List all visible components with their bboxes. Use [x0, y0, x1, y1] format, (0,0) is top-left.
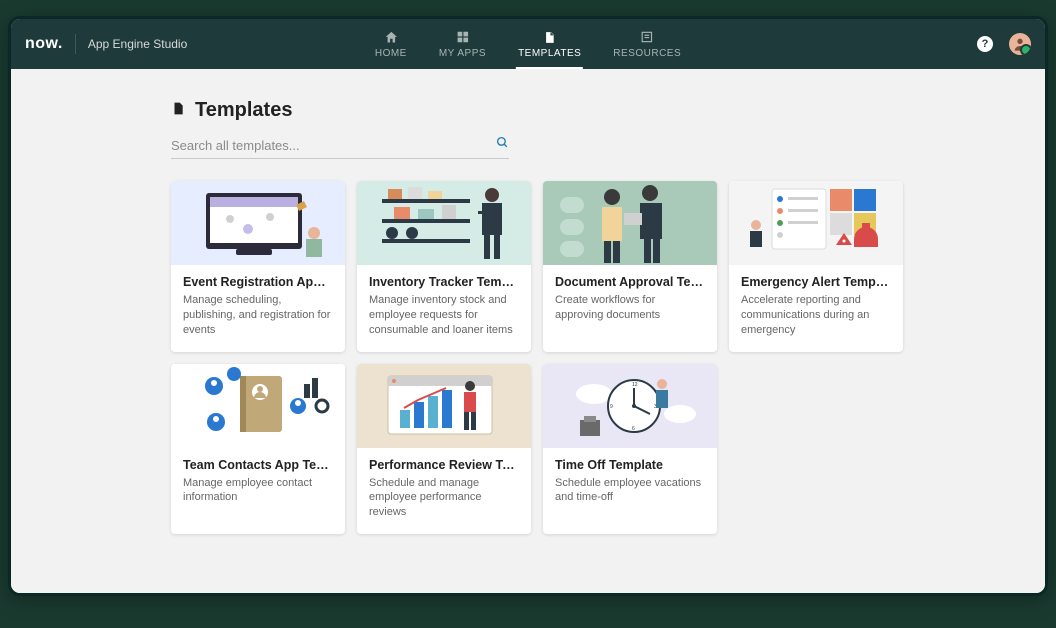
card-body: Event Registration App Te... Manage sche… — [171, 265, 345, 352]
template-card[interactable]: Document Approval Temp... Create workflo… — [543, 181, 717, 352]
template-card[interactable]: Emergency Alert Template Accelerate repo… — [729, 181, 903, 352]
card-body: Performance Review Tem... Schedule and m… — [357, 448, 531, 535]
help-icon[interactable]: ? — [977, 36, 993, 52]
content-container: Templates — [171, 99, 911, 534]
card-body: Inventory Tracker Template Manage invent… — [357, 265, 531, 352]
template-thumbnail — [357, 181, 531, 265]
template-card[interactable]: Event Registration App Te... Manage sche… — [171, 181, 345, 352]
product-name: App Engine Studio — [88, 37, 187, 51]
templates-icon — [542, 29, 558, 45]
template-desc: Schedule employee vacations and time-off — [555, 476, 705, 506]
svg-text:12: 12 — [632, 382, 638, 388]
template-card[interactable]: Team Contacts App Templ... Manage employ… — [171, 364, 345, 535]
brand-separator — [75, 34, 76, 54]
template-card[interactable]: Inventory Tracker Template Manage invent… — [357, 181, 531, 352]
template-title: Document Approval Temp... — [555, 275, 705, 289]
template-desc: Manage scheduling, publishing, and regis… — [183, 293, 333, 338]
page-title-row: Templates — [171, 99, 911, 122]
svg-text:6: 6 — [632, 426, 635, 432]
template-card[interactable]: Performance Review Tem... Schedule and m… — [357, 364, 531, 535]
nav-home[interactable]: HOME — [373, 23, 409, 69]
template-desc: Accelerate reporting and communications … — [741, 293, 891, 338]
card-body: Emergency Alert Template Accelerate repo… — [729, 265, 903, 352]
template-thumbnail — [357, 364, 531, 448]
search-input[interactable] — [171, 138, 496, 153]
template-title: Emergency Alert Template — [741, 275, 891, 289]
search-row — [171, 132, 509, 159]
template-title: Event Registration App Te... — [183, 275, 333, 289]
nav-label: RESOURCES — [613, 48, 681, 59]
nav-label: HOME — [375, 48, 407, 59]
template-thumbnail — [171, 181, 345, 265]
top-bar: now. App Engine Studio HOME MY APPS — [11, 19, 1045, 69]
template-desc: Manage employee contact information — [183, 476, 333, 506]
template-desc: Create workflows for approving documents — [555, 293, 705, 323]
template-card[interactable]: 123 69 Time Off Template Schedule employ… — [543, 364, 717, 535]
app-window: now. App Engine Studio HOME MY APPS — [8, 16, 1048, 596]
card-body: Document Approval Temp... Create workflo… — [543, 265, 717, 337]
nav-label: MY APPS — [439, 48, 486, 59]
avatar[interactable] — [1009, 33, 1031, 55]
search-icon[interactable] — [496, 136, 509, 154]
template-title: Inventory Tracker Template — [369, 275, 519, 289]
template-title: Time Off Template — [555, 458, 705, 472]
svg-text:9: 9 — [610, 404, 613, 410]
card-body: Team Contacts App Templ... Manage employ… — [171, 448, 345, 520]
template-thumbnail — [171, 364, 345, 448]
templates-grid: Event Registration App Te... Manage sche… — [171, 181, 911, 534]
top-nav: HOME MY APPS TEMPLATES RESOURCES — [373, 19, 683, 69]
topbar-right: ? — [977, 33, 1031, 55]
nav-my-apps[interactable]: MY APPS — [437, 23, 488, 69]
brand-logo: now. — [25, 35, 63, 53]
document-icon — [171, 100, 185, 122]
nav-templates[interactable]: TEMPLATES — [516, 23, 583, 69]
template-thumbnail — [729, 181, 903, 265]
nav-label: TEMPLATES — [518, 48, 581, 59]
template-desc: Schedule and manage employee performance… — [369, 476, 519, 521]
card-body: Time Off Template Schedule employee vaca… — [543, 448, 717, 520]
resources-icon — [639, 29, 655, 45]
apps-icon — [454, 29, 470, 45]
page-title: Templates — [195, 99, 292, 122]
template-title: Performance Review Tem... — [369, 458, 519, 472]
template-desc: Manage inventory stock and employee requ… — [369, 293, 519, 338]
brand-block: now. App Engine Studio — [25, 34, 187, 54]
template-thumbnail — [543, 181, 717, 265]
content-area: Templates — [11, 69, 1045, 593]
template-title: Team Contacts App Templ... — [183, 458, 333, 472]
nav-resources[interactable]: RESOURCES — [611, 23, 683, 69]
home-icon — [383, 29, 399, 45]
template-thumbnail: 123 69 — [543, 364, 717, 448]
